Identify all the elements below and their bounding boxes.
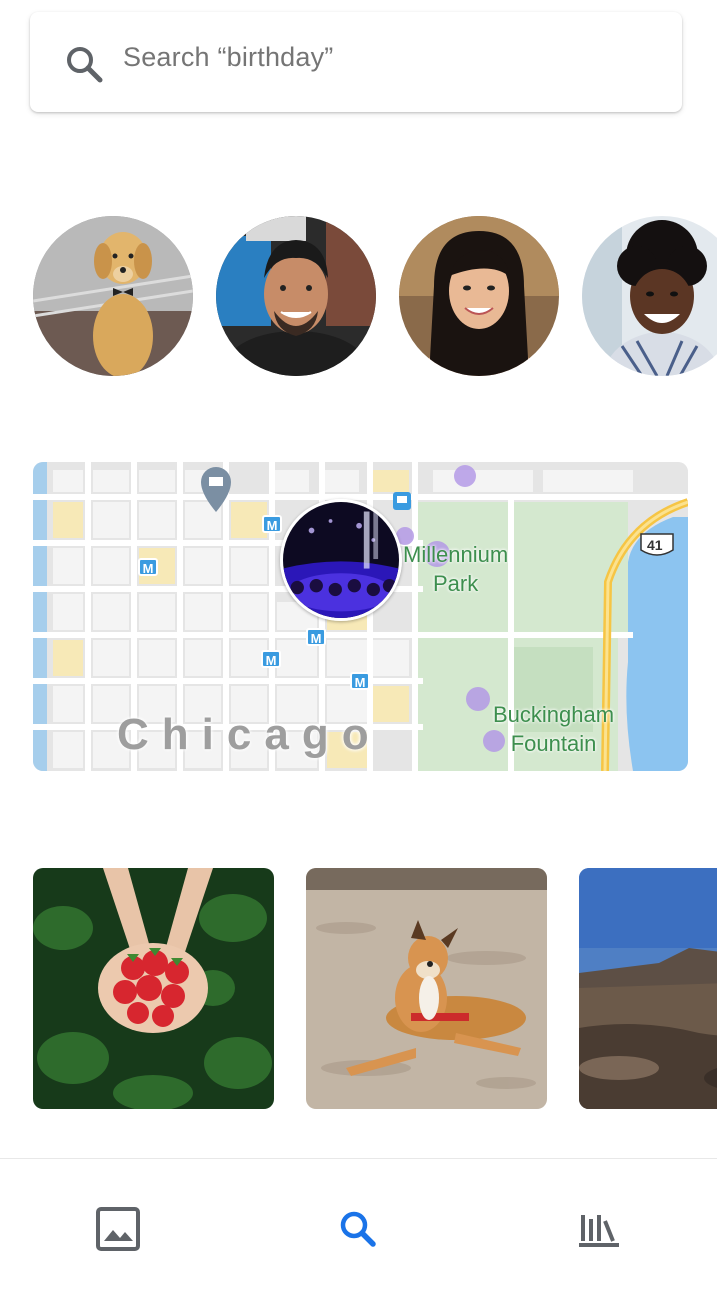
map-label-fountain: Buckingham Fountain	[493, 702, 615, 756]
thing-photo-strawberries[interactable]	[33, 868, 274, 1109]
thing-photo-desert[interactable]	[579, 868, 717, 1109]
nav-photos-button[interactable]	[90, 1201, 146, 1257]
metro-station-icon[interactable]: M	[350, 672, 370, 690]
search-input[interactable]: Search “birthday”	[123, 42, 334, 73]
metro-station-icon[interactable]: M	[262, 515, 282, 533]
person-avatar-man[interactable]	[216, 216, 376, 376]
metro-station-icon[interactable]: M	[306, 628, 326, 646]
nav-search-button[interactable]	[330, 1201, 386, 1257]
library-icon	[571, 1201, 627, 1257]
person-avatar-woman[interactable]	[399, 216, 559, 376]
people-row	[0, 216, 717, 378]
search-page: Search “birthday” M M M M M 41 Millenniu…	[0, 0, 717, 1298]
map-label-city: Chicago	[117, 710, 382, 759]
search-icon	[330, 1201, 386, 1257]
photos-icon	[90, 1201, 146, 1257]
search-icon	[64, 44, 104, 84]
place-photo-concert[interactable]	[280, 499, 402, 621]
thing-photo-dog-beach[interactable]	[306, 868, 547, 1109]
person-avatar-dog[interactable]	[33, 216, 193, 376]
nav-library-button[interactable]	[571, 1201, 627, 1257]
search-bar[interactable]: Search “birthday”	[30, 12, 682, 112]
places-map-card[interactable]: M M M M M 41 Millennium Park Buckingham …	[33, 462, 688, 771]
metro-station-icon[interactable]: M	[138, 558, 158, 576]
bottom-navigation	[0, 1158, 717, 1298]
person-avatar-woman-laughing[interactable]	[582, 216, 717, 376]
route-shield-label: 41	[647, 537, 663, 553]
map-label-park: Millennium Park	[403, 542, 509, 596]
metro-station-icon[interactable]: M	[261, 650, 281, 668]
things-row	[0, 868, 717, 1110]
